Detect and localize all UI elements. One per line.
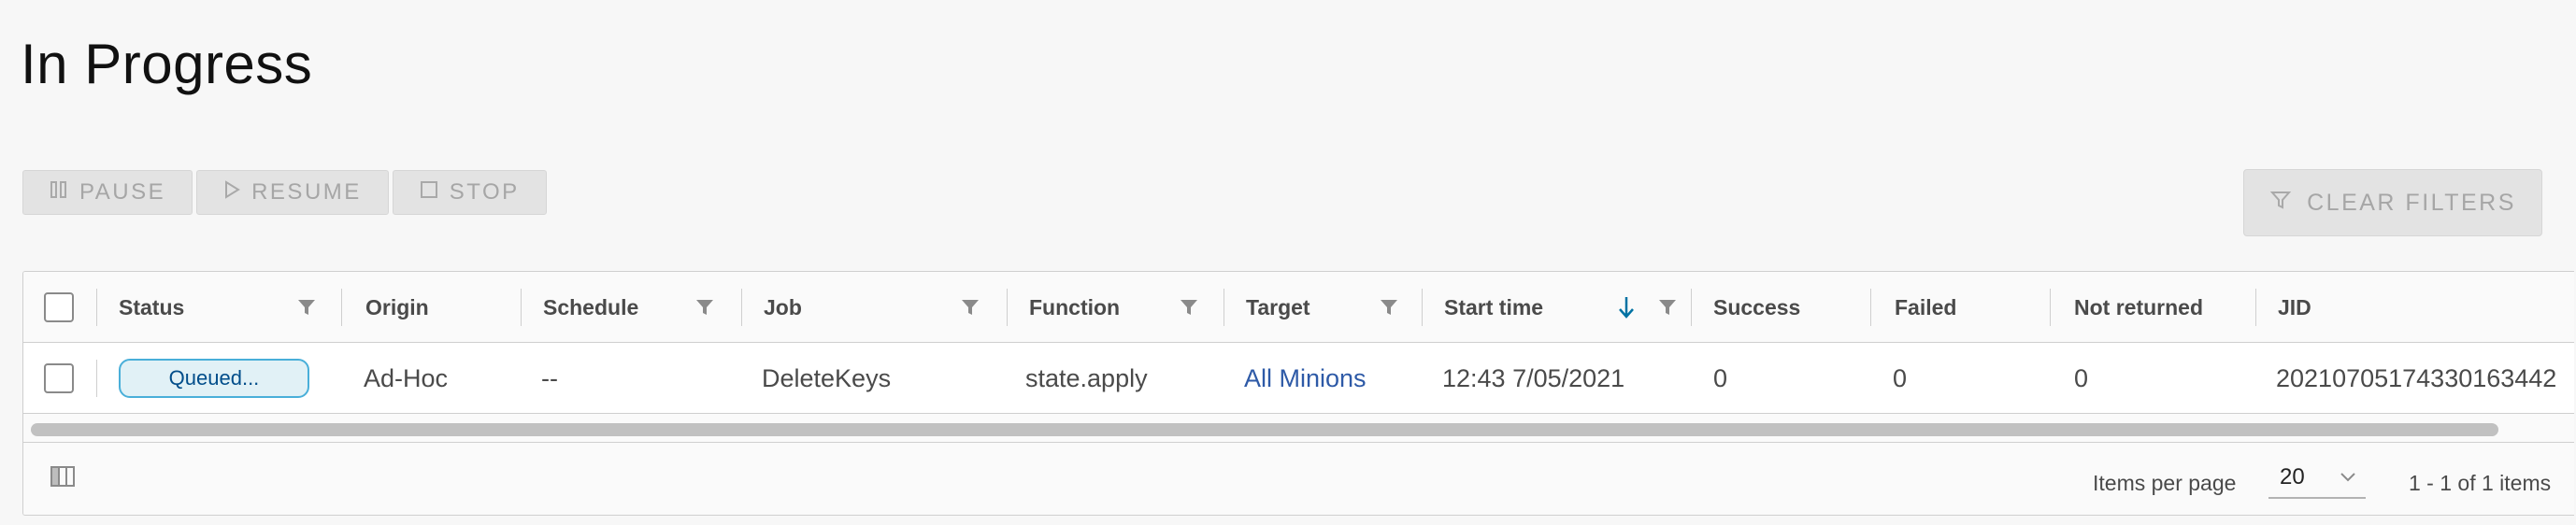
column-toggle-icon[interactable] <box>50 465 76 488</box>
stop-icon <box>420 180 438 205</box>
datagrid-footer: Items per page 20 1 - 1 of 1 items <box>23 442 2574 515</box>
column-header-job[interactable]: Job <box>764 272 802 343</box>
pause-label: PAUSE <box>79 179 166 205</box>
pagination-text: 1 - 1 of 1 items <box>2409 471 2552 495</box>
not-returned-cell: 0 <box>2074 363 2089 392</box>
filter-icon[interactable] <box>694 297 715 318</box>
column-header-jid[interactable]: JID <box>2278 272 2311 343</box>
failed-cell: 0 <box>1893 363 1908 392</box>
horizontal-scrollbar[interactable] <box>31 423 2498 436</box>
row-checkbox[interactable] <box>44 363 74 393</box>
column-header-status[interactable]: Status <box>119 272 184 343</box>
filter-icon[interactable] <box>1379 297 1399 318</box>
table-row[interactable]: Queued... Ad-Hoc -- DeleteKeys state.app… <box>23 343 2574 414</box>
target-link[interactable]: All Minions <box>1244 343 1367 414</box>
items-per-page-value: 20 <box>2280 464 2305 490</box>
filter-icon[interactable] <box>1179 297 1199 318</box>
pause-button[interactable]: PAUSE <box>22 170 193 215</box>
origin-cell: Ad-Hoc <box>364 363 449 392</box>
clear-filters-label: CLEAR FILTERS <box>2307 189 2516 216</box>
column-divider <box>1870 289 1871 326</box>
resume-button[interactable]: RESUME <box>196 170 389 215</box>
table-header-row: Status Origin Schedule Job Function Targ… <box>23 272 2574 343</box>
jid-link[interactable]: 20210705174330163442 <box>2276 343 2556 414</box>
column-divider <box>341 289 342 326</box>
column-header-failed[interactable]: Failed <box>1895 272 1956 343</box>
filter-icon[interactable] <box>960 297 980 318</box>
items-per-page-label: Items per page <box>2093 471 2237 495</box>
stop-label: STOP <box>449 179 520 205</box>
column-header-not-returned[interactable]: Not returned <box>2074 272 2203 343</box>
clear-filters-button[interactable]: CLEAR FILTERS <box>2243 169 2542 236</box>
column-divider <box>96 289 97 326</box>
filter-icon[interactable] <box>1657 297 1678 318</box>
stop-button[interactable]: STOP <box>392 170 547 215</box>
column-header-target[interactable]: Target <box>1246 272 1310 343</box>
items-per-page-select[interactable]: 20 <box>2268 458 2366 499</box>
row-select-cell <box>44 343 74 414</box>
column-divider <box>1422 289 1423 326</box>
column-header-success[interactable]: Success <box>1713 272 1800 343</box>
job-link[interactable]: DeleteKeys <box>762 343 891 414</box>
page-title: In Progress <box>21 33 313 95</box>
column-header-origin[interactable]: Origin <box>365 272 429 343</box>
schedule-cell: -- <box>541 363 558 392</box>
chevron-down-icon <box>2340 473 2355 482</box>
function-cell: state.apply <box>1025 363 1148 392</box>
column-divider <box>2255 289 2256 326</box>
sort-descending-icon[interactable] <box>1616 294 1637 320</box>
column-header-start-time[interactable]: Start time <box>1444 272 1543 343</box>
select-all-cell <box>44 272 74 343</box>
column-divider <box>96 360 97 397</box>
select-all-checkbox[interactable] <box>44 292 74 322</box>
play-icon <box>223 180 241 205</box>
column-divider <box>1007 289 1008 326</box>
column-divider <box>521 289 522 326</box>
start-time-cell: 12:43 7/05/2021 <box>1442 363 1625 392</box>
resume-label: RESUME <box>251 179 362 205</box>
success-cell: 0 <box>1713 363 1728 392</box>
job-action-buttons: PAUSE RESUME STOP <box>22 170 547 215</box>
jobs-datagrid: Status Origin Schedule Job Function Targ… <box>22 271 2574 516</box>
filter-icon[interactable] <box>296 297 317 318</box>
pause-icon <box>50 180 68 205</box>
column-divider <box>1691 289 1692 326</box>
column-divider <box>741 289 742 326</box>
column-divider <box>2050 289 2051 326</box>
filter-icon <box>2269 189 2292 218</box>
status-cell: Queued... <box>119 343 309 414</box>
column-header-schedule[interactable]: Schedule <box>543 272 638 343</box>
column-header-function[interactable]: Function <box>1029 272 1120 343</box>
status-badge: Queued... <box>119 359 309 398</box>
